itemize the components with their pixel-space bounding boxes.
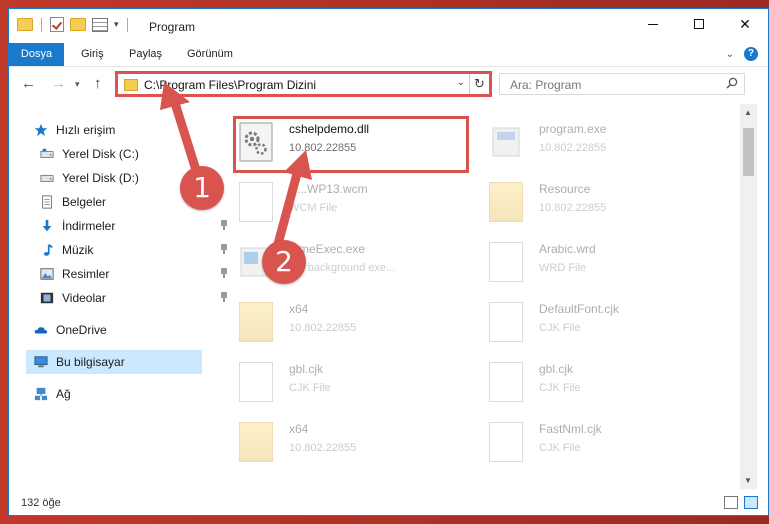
arrow-1 — [160, 82, 201, 175]
step-2-badge: 2 — [262, 240, 306, 284]
arrow-2 — [273, 150, 312, 249]
annotation-arrows — [160, 82, 312, 249]
step-1-badge: 1 — [180, 166, 224, 210]
